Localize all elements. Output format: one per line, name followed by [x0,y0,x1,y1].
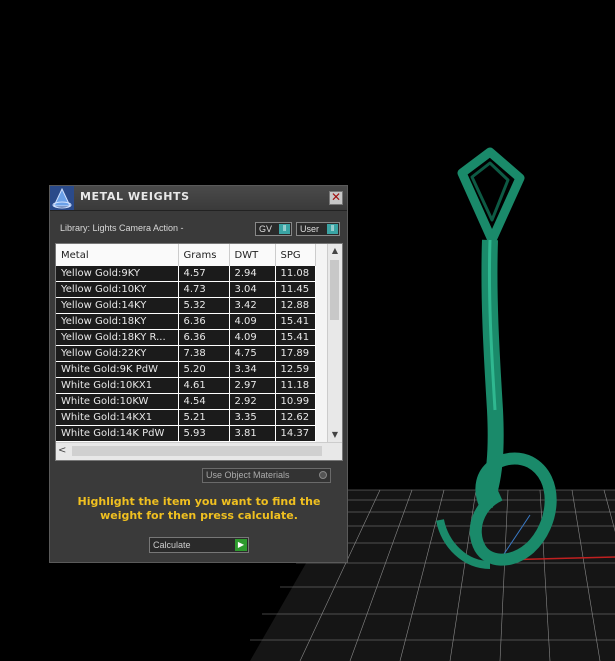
table-cell: White Gold:14K PdW [56,425,179,442]
dialog-title: METAL WEIGHTS [80,190,190,203]
table-cell: 11.18 [275,377,316,394]
app-logo-icon [50,186,74,210]
dialog-titlebar[interactable]: METAL WEIGHTS ✕ [50,186,347,211]
scroll-left-icon[interactable]: < [58,445,66,456]
table-cell: 2.94 [229,266,276,282]
table-cell: 6.36 [178,329,230,346]
table-cell: 15.41 [275,329,316,346]
column-header-metal[interactable]: Metal [56,244,179,266]
table-row[interactable]: Yellow Gold:10KY 4.73 3.04 11.45 [56,281,316,298]
instruction-text: Highlight the item you want to find the … [77,495,321,522]
table-cell: 10.99 [275,393,316,410]
table-row[interactable]: Yellow Gold:9KY 4.57 2.94 11.08 [56,266,316,282]
table-cell: 11.08 [275,266,316,282]
table-cell: 2.92 [229,393,276,410]
table-cell: Yellow Gold:22KY [56,345,179,362]
table-row[interactable]: Yellow Gold:22KY 7.38 4.75 17.89 [56,345,316,362]
table-cell: 4.09 [229,329,276,346]
table-cell: 14.37 [275,425,316,442]
table-header-row: Metal Grams DWT SPG [56,244,316,266]
table-cell: White Gold:9K PdW [56,361,179,378]
table-row[interactable]: White Gold:10KX1 4.61 2.97 11.18 [56,377,316,394]
table-cell: Yellow Gold:14KY [56,297,179,314]
unit-dropdown[interactable]: GV ‖ [255,222,292,236]
metal-table[interactable]: Metal Grams DWT SPG Yellow Gold:9KY 4.57 2… [55,243,343,461]
calculate-label: Calculate [153,540,191,550]
table-cell: 4.09 [229,313,276,330]
table-row[interactable]: White Gold:14K PdW 5.93 3.81 14.37 [56,425,316,442]
table-cell: 3.42 [229,297,276,314]
table-cell: 5.20 [178,361,230,378]
scroll-down-icon[interactable]: ▼ [328,428,342,442]
use-object-materials-toggle[interactable]: Use Object Materials [202,468,331,483]
table-cell: 12.62 [275,409,316,426]
scroll-thumb[interactable] [72,446,322,456]
table-cell: 15.41 [275,313,316,330]
table-cell: 3.04 [229,281,276,298]
scroll-thumb[interactable] [330,260,339,320]
table-cell: 5.32 [178,297,230,314]
table-row[interactable]: Yellow Gold:18KY 6.36 4.09 15.41 [56,313,316,330]
table-cell: 12.59 [275,361,316,378]
radio-icon [319,471,327,479]
library-label: Library: Lights Camera Action - [60,223,184,233]
table-cell: 4.73 [178,281,230,298]
table-cell: 11.45 [275,281,316,298]
metal-weights-dialog: METAL WEIGHTS ✕ Library: Lights Camera A… [49,185,348,563]
table-cell: 7.38 [178,345,230,362]
vertical-scrollbar[interactable]: ▲ ▼ [327,244,342,442]
table-cell: Yellow Gold:18KY [56,313,179,330]
dropdown-arrow-icon: ‖ [279,224,290,234]
column-header-spg[interactable]: SPG [275,244,316,266]
table-cell: 4.57 [178,266,230,282]
table-cell: White Gold:10KW [56,393,179,410]
table-cell: 5.21 [178,409,230,426]
play-arrow-icon: ▶ [235,539,247,551]
table-row[interactable]: White Gold:14KX1 5.21 3.35 12.62 [56,409,316,426]
column-header-grams[interactable]: Grams [178,244,230,266]
dropdown-arrow-icon: ‖ [327,224,338,234]
table-cell: 3.34 [229,361,276,378]
table-cell: 3.81 [229,425,276,442]
table-row[interactable]: Yellow Gold:14KY 5.32 3.42 12.88 [56,297,316,314]
table-row[interactable]: Yellow Gold:18KY R... 6.36 4.09 15.41 [56,329,316,346]
table-cell: 4.61 [178,377,230,394]
table-cell: 3.35 [229,409,276,426]
table-cell: 5.93 [178,425,230,442]
table-cell: 4.54 [178,393,230,410]
calculate-button[interactable]: Calculate ▶ [149,537,249,553]
column-header-dwt[interactable]: DWT [229,244,276,266]
table-cell: Yellow Gold:18KY R... [56,329,179,346]
mode-dropdown-value: User [300,224,320,234]
table-cell: Yellow Gold:9KY [56,266,179,282]
scroll-up-icon[interactable]: ▲ [328,244,342,258]
mode-dropdown[interactable]: User ‖ [296,222,340,236]
unit-dropdown-value: GV [259,224,273,234]
table-cell: White Gold:14KX1 [56,409,179,426]
table-cell: Yellow Gold:10KY [56,281,179,298]
table-row[interactable]: White Gold:10KW 4.54 2.92 10.99 [56,393,316,410]
table-cell: 6.36 [178,313,230,330]
use-object-materials-label: Use Object Materials [206,470,290,480]
close-icon[interactable]: ✕ [329,191,343,205]
table-cell: 4.75 [229,345,276,362]
table-cell: 12.88 [275,297,316,314]
table-cell: 2.97 [229,377,276,394]
table-row[interactable]: White Gold:9K PdW 5.20 3.34 12.59 [56,361,316,378]
table-cell: 17.89 [275,345,316,362]
table-cell: White Gold:10KX1 [56,377,179,394]
horizontal-scrollbar[interactable]: < [56,442,342,460]
